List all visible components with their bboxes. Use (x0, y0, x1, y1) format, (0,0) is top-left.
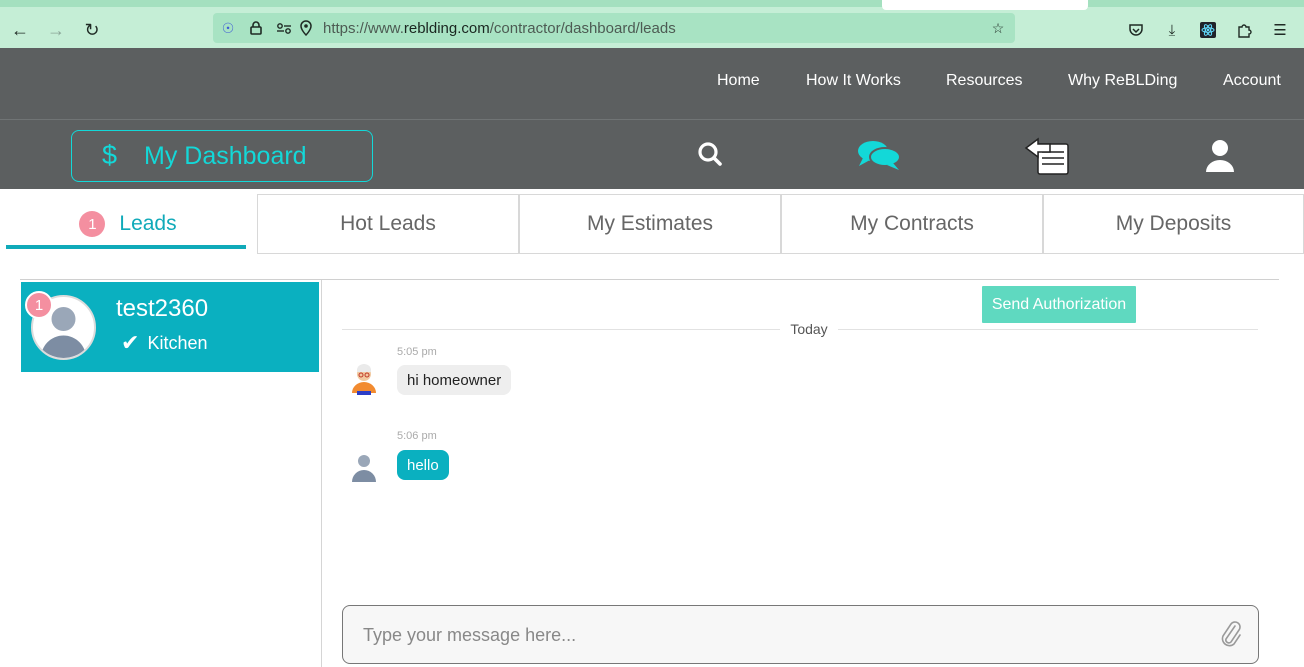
leads-count-badge: 1 (79, 211, 106, 237)
bookmark-star-icon[interactable]: ☆ (989, 19, 1007, 37)
nav-home[interactable]: Home (717, 72, 760, 90)
checkmark-icon: ✔ (121, 330, 140, 355)
lead-category-label: Kitchen (147, 332, 208, 353)
tab-my-contracts[interactable]: My Contracts (781, 194, 1043, 254)
shield-icon[interactable]: ☉ (219, 19, 237, 37)
message-bubble-incoming: hi homeowner (397, 365, 512, 395)
message-time: 5:06 pm (397, 430, 437, 442)
tab-hot-leads[interactable]: Hot Leads (257, 194, 519, 254)
browser-toolbar: ← → ↻ ☉ https://www.reblding.com/contrac… (0, 0, 1304, 48)
nav-how-it-works[interactable]: How It Works (806, 72, 901, 90)
my-dashboard-label: My Dashboard (144, 142, 307, 170)
user-profile-icon[interactable] (1196, 136, 1244, 176)
tab-my-estimates[interactable]: My Estimates (519, 194, 781, 254)
my-dashboard-button[interactable]: $ My Dashboard (71, 130, 373, 182)
homeowner-avatar (347, 363, 381, 397)
location-icon[interactable] (297, 19, 315, 37)
content-divider (20, 279, 1279, 280)
back-icon[interactable]: ← (8, 18, 32, 42)
lead-card[interactable]: 1 test2360 ✔ Kitchen (21, 282, 319, 372)
contractor-avatar (347, 450, 381, 484)
tab-my-deposits-label: My Deposits (1115, 212, 1232, 235)
message-bubble-outgoing: hello (397, 450, 449, 480)
tab-my-deposits[interactable]: My Deposits (1043, 194, 1304, 254)
attachment-paperclip-icon[interactable] (1218, 620, 1244, 650)
forward-icon[interactable]: → (44, 18, 68, 42)
nav-account[interactable]: Account (1223, 72, 1281, 90)
pocket-icon[interactable] (1125, 19, 1147, 41)
dollar-icon: $ (102, 140, 118, 170)
tab-leads-label: Leads (119, 212, 177, 235)
message-input[interactable] (363, 621, 1183, 649)
tab-my-estimates-label: My Estimates (586, 212, 714, 235)
chat-bubbles-icon[interactable] (855, 136, 903, 176)
reload-icon[interactable]: ↻ (80, 18, 104, 42)
search-icon[interactable] (686, 136, 734, 176)
tab-my-contracts-label: My Contracts (850, 212, 974, 235)
dashboard-header: $ My Dashboard (0, 119, 1304, 189)
extension-react-icon[interactable] (1197, 19, 1219, 41)
lead-unread-badge: 1 (25, 291, 53, 319)
date-divider-label: Today (780, 321, 838, 337)
documents-back-icon[interactable] (1024, 136, 1072, 176)
menu-hamburger-icon[interactable]: ☰ (1269, 19, 1291, 41)
message-time: 5:05 pm (397, 346, 437, 358)
send-authorization-button[interactable]: Send Authorization (982, 286, 1136, 323)
column-divider (321, 280, 322, 667)
nav-why-reblding[interactable]: Why ReBLDing (1068, 72, 1177, 90)
lock-icon[interactable] (247, 19, 265, 37)
address-bar[interactable]: ☉ https://www.reblding.com/contractor/da… (213, 13, 1015, 43)
site-top-nav: Home How It Works Resources Why ReBLDing… (0, 48, 1304, 119)
browser-tab[interactable] (882, 0, 1088, 10)
message-composer (342, 605, 1259, 664)
extensions-puzzle-icon[interactable] (1233, 19, 1255, 41)
tab-hot-leads-label: Hot Leads (340, 212, 436, 235)
tab-leads[interactable]: 1 Leads (0, 194, 256, 254)
download-icon[interactable]: ⤓ (1161, 19, 1183, 41)
leads-tabs: 1 Leads Hot Leads My Estimates My Contra… (0, 194, 1304, 254)
active-tab-underline (6, 245, 246, 249)
permissions-icon[interactable] (275, 19, 293, 37)
nav-resources[interactable]: Resources (946, 72, 1022, 90)
lead-category: ✔ Kitchen (121, 330, 207, 356)
url-text[interactable]: https://www.reblding.com/contractor/dash… (323, 20, 676, 37)
lead-name: test2360 (116, 295, 209, 322)
